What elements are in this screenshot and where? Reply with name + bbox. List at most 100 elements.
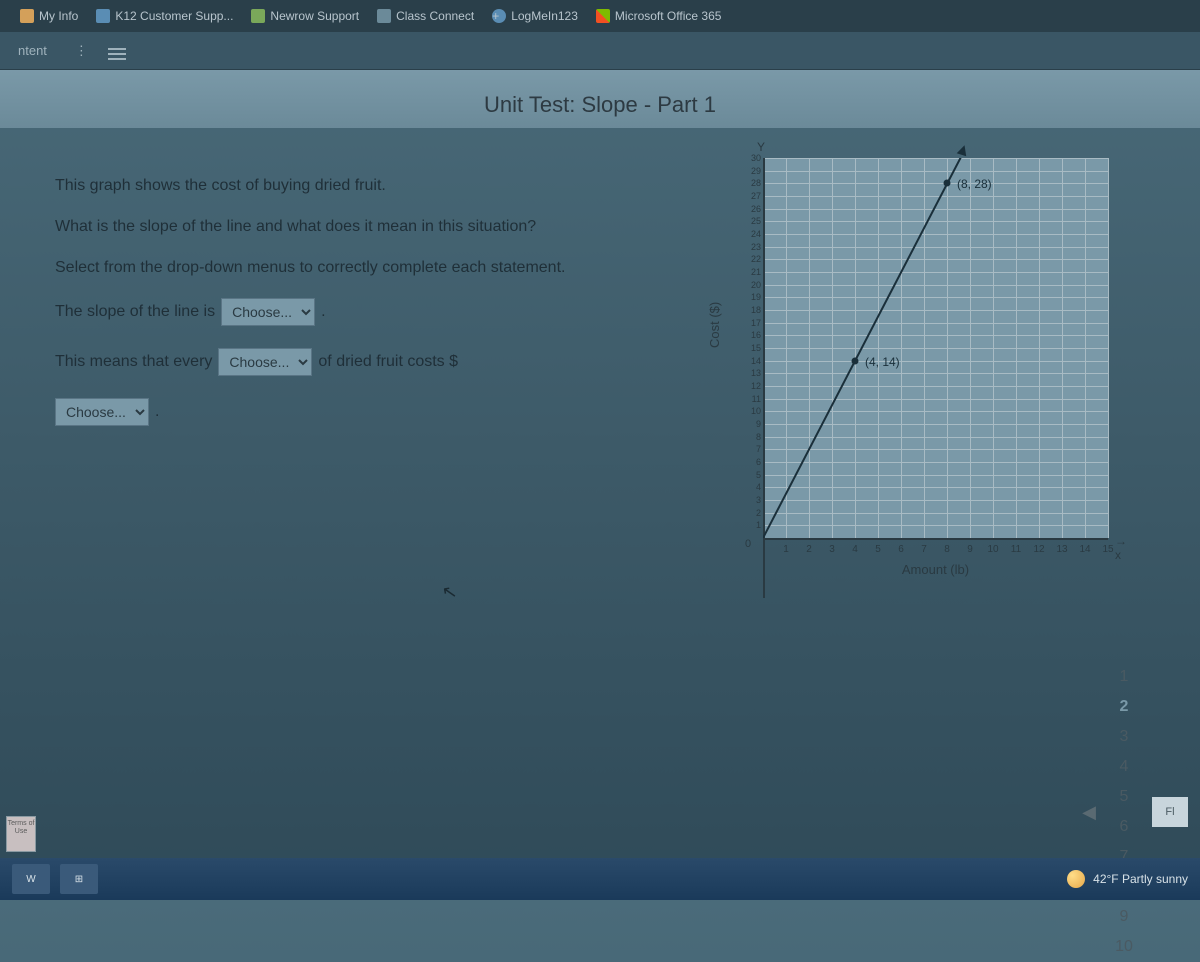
data-point — [852, 357, 859, 364]
x-axis-label: Amount (lb) — [763, 562, 1108, 577]
y-tick: 7 — [739, 444, 761, 454]
question-intro: This graph shows the cost of buying drie… — [55, 174, 675, 197]
bookmark-label: Class Connect — [396, 9, 474, 23]
list-icon[interactable]: ⋮ — [65, 43, 98, 59]
y-tick: 2 — [739, 508, 761, 518]
stmt2-text-pre: This means that every — [55, 353, 212, 371]
data-point — [944, 180, 951, 187]
x-tick: 12 — [1033, 544, 1044, 555]
y-tick: 13 — [739, 368, 761, 378]
y-tick: 20 — [739, 280, 761, 290]
flag-button[interactable]: Fl — [1152, 797, 1188, 827]
pager-prev[interactable]: ◀ — [1074, 797, 1104, 827]
content: This graph shows the cost of buying drie… — [0, 128, 1200, 778]
x-tick: 2 — [806, 544, 812, 555]
y-tick: 6 — [739, 457, 761, 467]
y-tick: 11 — [739, 394, 761, 404]
pager-page-5[interactable]: 5 — [1104, 782, 1144, 812]
y-tick: 16 — [739, 330, 761, 340]
microsoft-icon — [596, 9, 610, 23]
x-tick: 6 — [898, 544, 904, 555]
pager-page-4[interactable]: 4 — [1104, 752, 1144, 782]
data-point-label: (8, 28) — [957, 177, 992, 191]
taskbar-app-icon[interactable]: ⊞ — [60, 864, 98, 894]
origin-label: 0 — [745, 538, 751, 550]
y-tick: 12 — [739, 381, 761, 391]
statement-1: The slope of the line is Choose... . — [55, 298, 675, 326]
weather-text[interactable]: 42°F Partly sunny — [1093, 872, 1188, 886]
y-tick: 4 — [739, 482, 761, 492]
question-panel: This graph shows the cost of buying drie… — [55, 148, 675, 778]
y-tick: 19 — [739, 292, 761, 302]
y-tick: 8 — [739, 432, 761, 442]
taskbar-word-icon[interactable]: W — [12, 864, 50, 894]
bookmark-label: K12 Customer Supp... — [115, 9, 233, 23]
y-axis — [763, 158, 765, 598]
y-tick: 17 — [739, 318, 761, 328]
bookmark-newrow[interactable]: Newrow Support — [251, 9, 359, 23]
hamburger-icon[interactable] — [98, 43, 136, 58]
slope-select[interactable]: Choose... — [221, 298, 315, 326]
pager-page-6[interactable]: 6 — [1104, 812, 1144, 842]
y-tick: 10 — [739, 406, 761, 416]
bookmark-classconnect[interactable]: Class Connect — [377, 9, 474, 23]
bookmark-logmein[interactable]: + LogMeIn123 — [492, 9, 578, 23]
y-tick: 14 — [739, 356, 761, 366]
statement-3: Choose... . — [55, 398, 675, 426]
pager-page-1[interactable]: 1 — [1104, 662, 1144, 692]
x-tick: 8 — [944, 544, 950, 555]
terms-of-use-badge[interactable]: Terms of Use — [6, 816, 36, 852]
y-tick: 18 — [739, 305, 761, 315]
x-axis — [763, 538, 1108, 540]
x-tick: 7 — [921, 544, 927, 555]
x-axis-letter: → x — [1115, 534, 1135, 562]
bookmark-label: LogMeIn123 — [511, 9, 578, 23]
bookmark-k12support[interactable]: K12 Customer Supp... — [96, 9, 233, 23]
windows-taskbar: W ⊞ 42°F Partly sunny — [0, 858, 1200, 900]
stmt2-text-post: of dried fruit costs $ — [318, 353, 458, 371]
pager-page-3[interactable]: 3 — [1104, 722, 1144, 752]
tab-content[interactable]: ntent — [0, 43, 65, 58]
y-tick: 30 — [739, 153, 761, 163]
plus-icon: + — [492, 9, 506, 23]
y-tick: 21 — [739, 267, 761, 277]
y-tick: 27 — [739, 191, 761, 201]
x-tick: 1 — [783, 544, 789, 555]
y-axis-label: Cost ($) — [707, 302, 722, 348]
y-tick: 3 — [739, 495, 761, 505]
y-axis-letter: Y — [757, 140, 765, 154]
unit-select[interactable]: Choose... — [218, 348, 312, 376]
weather-icon — [1067, 870, 1085, 888]
x-tick: 9 — [967, 544, 973, 555]
globe-icon — [377, 9, 391, 23]
y-tick: 1 — [739, 520, 761, 530]
stmt1-text: The slope of the line is — [55, 303, 215, 321]
globe-icon — [96, 9, 110, 23]
y-tick: 23 — [739, 242, 761, 252]
y-tick: 15 — [739, 343, 761, 353]
statement-2: This means that every Choose... of dried… — [55, 348, 675, 376]
y-tick: 9 — [739, 419, 761, 429]
pager-page-9[interactable]: 9 — [1104, 902, 1144, 932]
page-title: Unit Test: Slope - Part 1 — [0, 70, 1200, 128]
question-pager: ◀ 12345678910 Fl — [0, 788, 1200, 836]
pager-page-2[interactable]: 2 — [1104, 692, 1144, 722]
y-tick: 24 — [739, 229, 761, 239]
y-tick: 26 — [739, 204, 761, 214]
question-instruct: Select from the drop-down menus to corre… — [55, 256, 675, 279]
y-tick: 29 — [739, 166, 761, 176]
x-tick: 13 — [1056, 544, 1067, 555]
question-prompt: What is the slope of the line and what d… — [55, 215, 675, 238]
bookmark-label: Microsoft Office 365 — [615, 9, 722, 23]
pager-page-10[interactable]: 10 — [1104, 932, 1144, 962]
x-tick: 4 — [852, 544, 858, 555]
bookmark-myinfo[interactable]: My Info — [20, 9, 78, 23]
y-tick: 25 — [739, 216, 761, 226]
bookmark-office365[interactable]: Microsoft Office 365 — [596, 9, 722, 23]
y-tick: 22 — [739, 254, 761, 264]
cost-select[interactable]: Choose... — [55, 398, 149, 426]
x-tick: 11 — [1011, 544, 1021, 555]
bookmark-bar: My Info K12 Customer Supp... Newrow Supp… — [0, 0, 1200, 32]
bookmark-label: My Info — [39, 9, 78, 23]
globe-icon — [251, 9, 265, 23]
